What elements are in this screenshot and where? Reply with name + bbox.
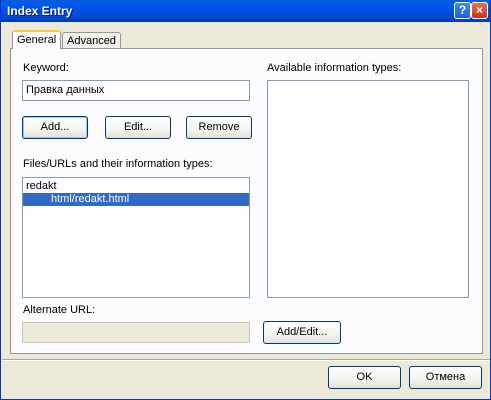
tab-advanced-label: Advanced: [67, 35, 116, 47]
info-types-list[interactable]: [267, 80, 469, 298]
cancel-button[interactable]: Отмена: [409, 366, 482, 389]
add-keyword-button[interactable]: Add...: [22, 116, 88, 139]
tab-general-label: General: [17, 34, 57, 46]
close-icon[interactable]: ×: [471, 2, 488, 19]
keyword-label: Keyword:: [23, 62, 69, 74]
files-urls-label: Files/URLs and their information types:: [23, 158, 213, 170]
add-edit-url-button[interactable]: Add/Edit...: [263, 321, 341, 344]
list-item-redakt[interactable]: redakt: [23, 180, 249, 193]
alternate-url-input[interactable]: [22, 322, 250, 343]
edit-keyword-button[interactable]: Edit...: [105, 116, 171, 139]
list-item-redakt-html[interactable]: html/redakt.html: [23, 193, 249, 206]
keyword-input[interactable]: Правка данных: [22, 80, 250, 101]
ok-button[interactable]: OK: [328, 366, 401, 389]
footer-separator: [2, 359, 490, 361]
files-urls-list[interactable]: redakt html/redakt.html: [22, 177, 250, 298]
tab-advanced[interactable]: Advanced: [62, 32, 121, 49]
window-title: Index Entry: [7, 4, 73, 18]
alternate-url-label: Alternate URL:: [23, 304, 96, 316]
remove-keyword-button[interactable]: Remove: [186, 116, 252, 139]
title-bar[interactable]: Index Entry ? ×: [1, 0, 490, 22]
info-types-label: Available information types:: [267, 62, 402, 74]
index-entry-dialog: Index Entry ? × General Advanced Keyword…: [0, 0, 491, 400]
tab-general[interactable]: General: [12, 30, 62, 49]
help-icon[interactable]: ?: [454, 2, 471, 19]
